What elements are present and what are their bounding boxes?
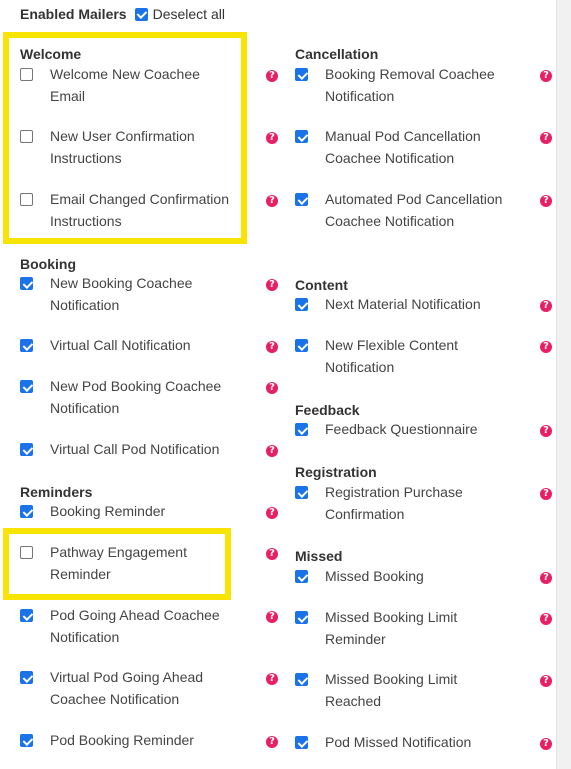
mailer-checkbox[interactable] <box>295 611 308 624</box>
mailer-checkbox[interactable] <box>295 736 308 749</box>
help-icon[interactable]: ? <box>540 132 552 144</box>
mailer-checkbox[interactable] <box>20 609 33 622</box>
help-icon[interactable]: ? <box>540 613 552 625</box>
mailer-label[interactable]: Pod Missed Notification <box>325 732 510 754</box>
mailer-label[interactable]: Feedback Questionnaire <box>325 419 510 441</box>
mailer-checkbox[interactable] <box>20 505 33 518</box>
mailer-checkbox[interactable] <box>20 734 33 747</box>
mailer-label[interactable]: New User Confirmation Instructions <box>50 126 235 169</box>
mailer-checkbox[interactable] <box>20 671 33 684</box>
help-icon[interactable]: ? <box>266 507 278 519</box>
mailer-checkbox[interactable] <box>20 68 33 81</box>
mailer-label[interactable]: Manual Pod Cancellation Coachee Notifica… <box>325 126 510 169</box>
section-title-welcome: Welcome <box>20 46 82 62</box>
mailer-label[interactable]: Automated Pod Cancellation Coachee Notif… <box>325 189 510 232</box>
mailer-label[interactable]: Registration Purchase Confirmation <box>325 482 510 525</box>
mailer-label[interactable]: Welcome New Coachee Email <box>50 64 235 107</box>
mailer-checkbox[interactable] <box>295 298 308 311</box>
help-icon[interactable]: ? <box>540 300 552 312</box>
mailer-checkbox[interactable] <box>20 380 33 393</box>
mailer-checkbox[interactable] <box>20 339 33 352</box>
help-icon[interactable]: ? <box>266 611 278 623</box>
section-title-content: Content <box>295 277 348 293</box>
section-title-reminders: Reminders <box>20 484 93 500</box>
mailer-checkbox[interactable] <box>295 130 308 143</box>
mailer-checkbox[interactable] <box>295 193 308 206</box>
help-icon[interactable]: ? <box>266 736 278 748</box>
mailer-checkbox[interactable] <box>20 193 33 206</box>
help-icon[interactable]: ? <box>540 195 552 207</box>
section-title-registration: Registration <box>295 464 377 480</box>
help-icon[interactable]: ? <box>540 488 552 500</box>
mailer-label[interactable]: Booking Reminder <box>50 501 235 523</box>
deselect-all-label[interactable]: Deselect all <box>153 6 225 22</box>
help-icon[interactable]: ? <box>266 382 278 394</box>
help-icon[interactable]: ? <box>266 673 278 685</box>
deselect-all-checkbox[interactable] <box>134 7 148 21</box>
help-icon[interactable]: ? <box>266 70 278 82</box>
help-icon[interactable]: ? <box>540 425 552 437</box>
mailer-checkbox[interactable] <box>20 277 33 290</box>
enabled-mailers-title: Enabled Mailers <box>20 6 127 22</box>
section-title-missed: Missed <box>295 548 343 564</box>
help-icon[interactable]: ? <box>266 548 278 560</box>
help-icon[interactable]: ? <box>540 738 552 750</box>
mailer-label[interactable]: Pod Going Ahead Coachee Notification <box>50 605 235 648</box>
mailer-label[interactable]: Pathway Engagement Reminder <box>50 542 235 585</box>
mailer-checkbox[interactable] <box>20 130 33 143</box>
mailer-label[interactable]: Booking Removal Coachee Notification <box>325 64 510 107</box>
section-title-booking: Booking <box>20 256 76 272</box>
mailer-label[interactable]: New Flexible Content Notification <box>325 335 510 378</box>
mailer-label[interactable]: Virtual Call Pod Notification <box>50 439 235 461</box>
mailer-checkbox[interactable] <box>295 68 308 81</box>
mailer-checkbox[interactable] <box>295 423 308 436</box>
scrollbar[interactable] <box>556 0 571 769</box>
mailer-label[interactable]: Pod Booking Reminder <box>50 730 235 752</box>
mailer-label[interactable]: Virtual Call Notification <box>50 335 235 357</box>
help-icon[interactable]: ? <box>266 195 278 207</box>
section-title-feedback: Feedback <box>295 402 360 418</box>
help-icon[interactable]: ? <box>266 279 278 291</box>
help-icon[interactable]: ? <box>266 341 278 353</box>
help-icon[interactable]: ? <box>540 70 552 82</box>
help-icon[interactable]: ? <box>540 675 552 687</box>
mailer-label[interactable]: New Booking Coachee Notification <box>50 273 235 316</box>
section-title-cancellation: Cancellation <box>295 46 379 62</box>
mailer-checkbox[interactable] <box>295 570 308 583</box>
mailer-label[interactable]: Next Material Notification <box>325 294 510 316</box>
mailer-label[interactable]: Email Changed Confirmation Instructions <box>50 189 235 232</box>
mailer-label[interactable]: Missed Booking <box>325 566 510 588</box>
mailer-checkbox[interactable] <box>20 443 33 456</box>
help-icon[interactable]: ? <box>540 341 552 353</box>
help-icon[interactable]: ? <box>266 132 278 144</box>
help-icon[interactable]: ? <box>266 445 278 457</box>
mailer-label[interactable]: New Pod Booking Coachee Notification <box>50 376 235 419</box>
mailer-checkbox[interactable] <box>295 339 308 352</box>
enabled-mailers-header: Enabled Mailers Deselect all <box>20 5 225 23</box>
mailer-label[interactable]: Missed Booking Limit Reached <box>325 669 510 712</box>
help-icon[interactable]: ? <box>540 572 552 584</box>
mailer-checkbox[interactable] <box>295 486 308 499</box>
mailer-label[interactable]: Virtual Pod Going Ahead Coachee Notifica… <box>50 667 235 710</box>
mailer-label[interactable]: Missed Booking Limit Reminder <box>325 607 510 650</box>
mailer-checkbox[interactable] <box>20 546 33 559</box>
mailer-checkbox[interactable] <box>295 673 308 686</box>
